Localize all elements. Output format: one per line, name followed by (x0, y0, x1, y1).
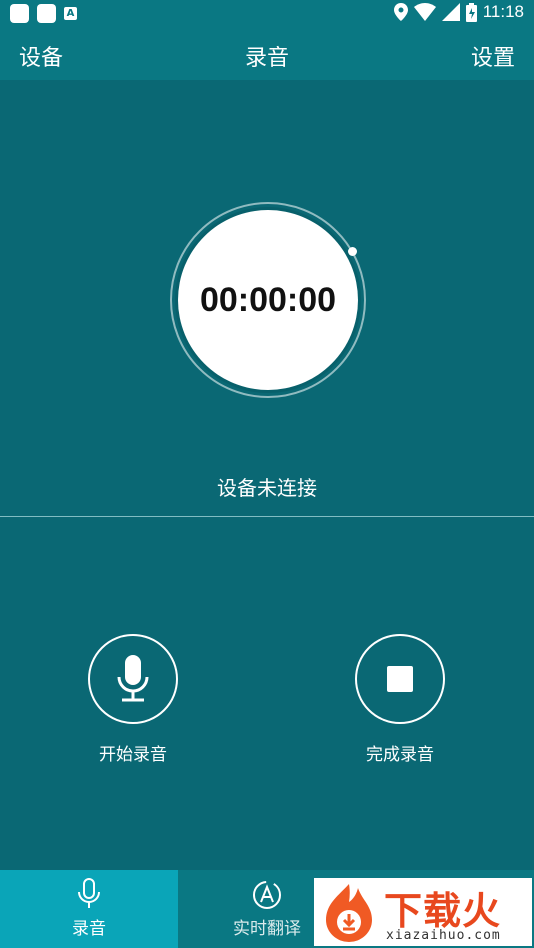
finish-recording-button[interactable] (355, 634, 445, 724)
stop-icon (387, 666, 413, 692)
finish-recording-action[interactable]: 完成录音 (335, 634, 465, 765)
recording-timer: 00:00:00 (170, 202, 366, 398)
wifi-icon (413, 3, 436, 21)
status-bar-system: 11:18 (393, 2, 524, 22)
timer-progress-dot (348, 247, 357, 256)
status-time: 11:18 (482, 2, 524, 21)
status-bar: A 11:18 (0, 0, 534, 28)
settings-button[interactable]: 设置 (471, 40, 515, 72)
app-notification-icon (37, 4, 56, 23)
page-title: 录音 (244, 46, 289, 71)
tab-recording[interactable]: 录音 (0, 870, 178, 948)
divider (0, 516, 534, 517)
watermark-url: xiazaihuo.com (386, 928, 501, 943)
a-app-icon: A (64, 7, 77, 20)
finish-recording-label: 完成录音 (366, 745, 434, 765)
app-bar: 设备 录音 设置 (0, 28, 534, 80)
microphone-icon (0, 878, 178, 912)
watermark: 下载火 xiazaihuo.com (314, 878, 532, 946)
timer-display: 00:00:00 (199, 280, 337, 319)
watermark-brand: 下载火 (384, 889, 502, 933)
start-recording-action[interactable]: 开始录音 (68, 634, 198, 765)
tab-recording-label: 录音 (72, 919, 106, 939)
app-notification-icon (10, 4, 29, 23)
timer-face: 00:00:00 (178, 210, 358, 390)
location-icon (393, 3, 408, 21)
flame-logo-icon (326, 884, 372, 942)
start-recording-button[interactable] (88, 634, 178, 724)
connection-status: 设备未连接 (217, 476, 317, 500)
battery-icon (465, 2, 477, 22)
status-bar-notifications: A (10, 4, 77, 23)
start-recording-label: 开始录音 (99, 745, 167, 765)
signal-icon (441, 3, 460, 21)
microphone-icon (117, 655, 149, 702)
